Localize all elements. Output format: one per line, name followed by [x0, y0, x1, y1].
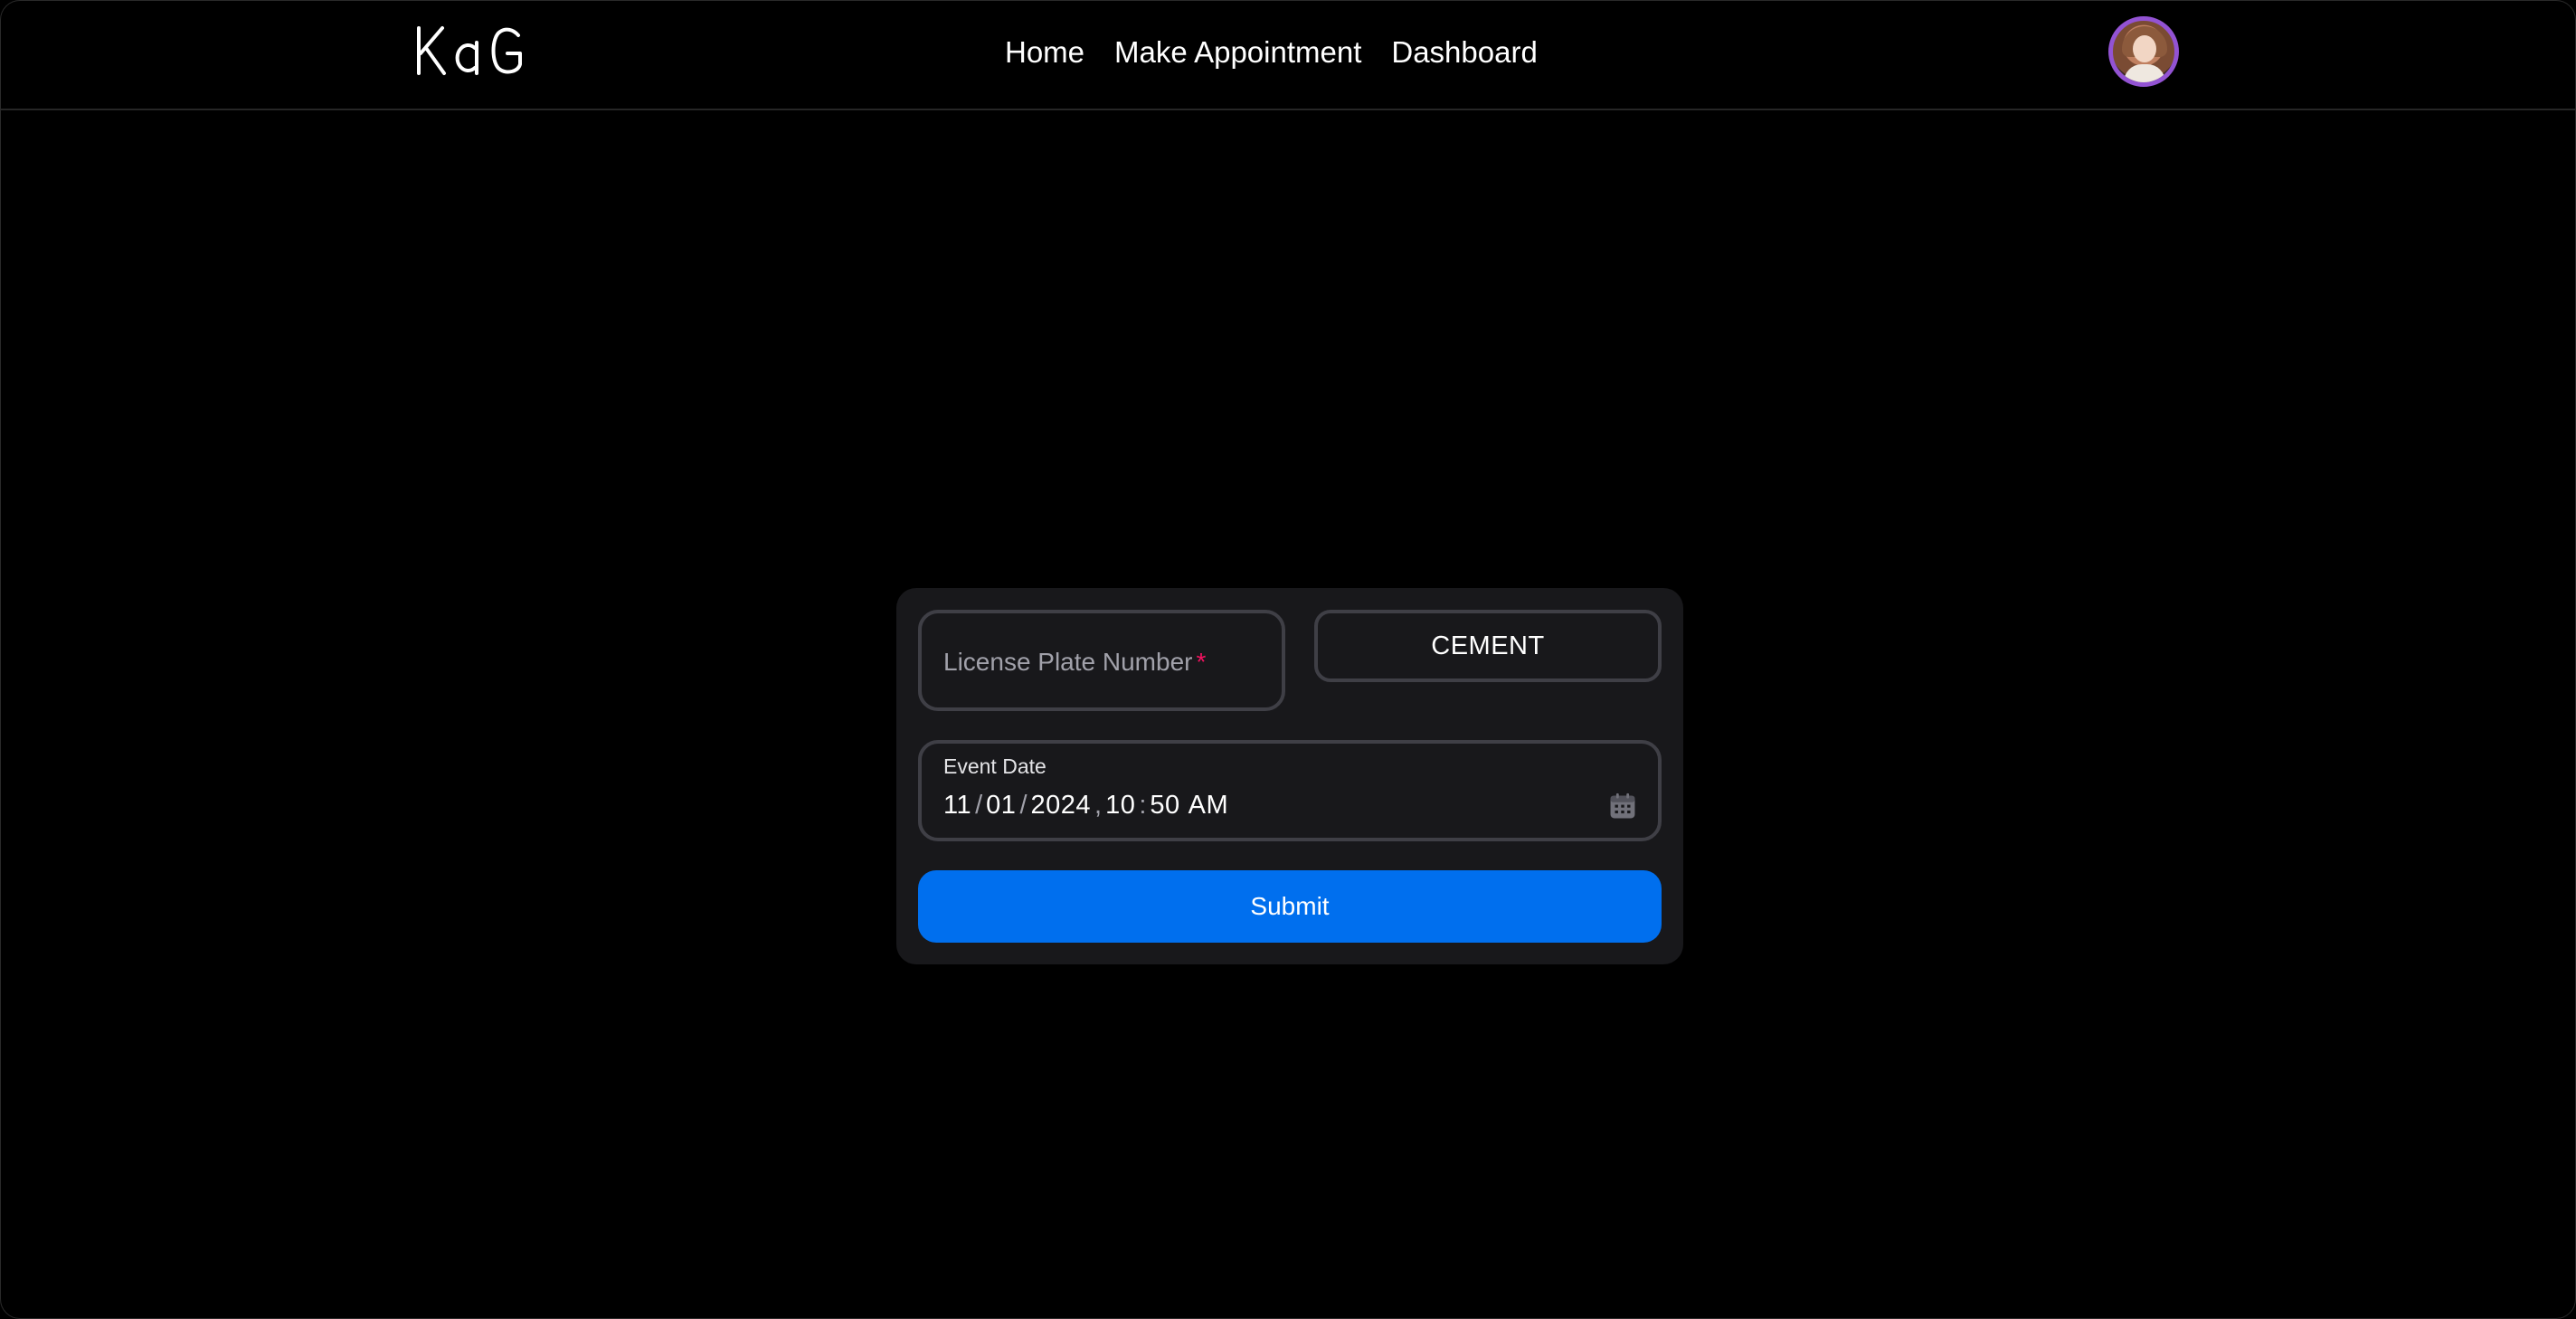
calendar-icon[interactable]: [1607, 791, 1638, 821]
date-separator: /: [975, 791, 983, 820]
nav-link-home[interactable]: Home: [1005, 33, 1084, 71]
time-separator: :: [1139, 791, 1147, 820]
date-month-segment[interactable]: 11: [943, 791, 971, 821]
date-day-segment[interactable]: 01: [986, 791, 1016, 821]
appointment-form: License Plate Number * CEMENT Event Date …: [896, 588, 1683, 964]
event-date-picker[interactable]: Event Date 11 / 01 / 2024 , 10 : 50 AM: [918, 740, 1662, 841]
date-year-segment[interactable]: 2024: [1031, 791, 1092, 821]
time-hour-segment[interactable]: 10: [1105, 791, 1135, 821]
time-minute-segment[interactable]: 50: [1150, 791, 1179, 821]
avatar-shirt: [2124, 64, 2165, 82]
nav-link-make-appointment[interactable]: Make Appointment: [1114, 33, 1361, 71]
time-period-segment[interactable]: AM: [1189, 791, 1229, 821]
nav-link-dashboard[interactable]: Dashboard: [1391, 33, 1537, 71]
event-date-value: 11 / 01 / 2024 , 10 : 50 AM: [943, 791, 1228, 821]
license-plate-label: License Plate Number *: [943, 648, 1207, 676]
license-plate-input[interactable]: License Plate Number *: [918, 610, 1285, 711]
navbar: Home Make Appointment Dashboard: [1, 1, 2575, 110]
event-date-label: Event Date: [943, 754, 1046, 778]
app-window: Home Make Appointment Dashboard License …: [0, 0, 2576, 1319]
kdg-logo[interactable]: [415, 24, 526, 77]
material-select[interactable]: CEMENT: [1314, 610, 1662, 682]
datetime-separator: ,: [1094, 791, 1103, 820]
date-separator: /: [1019, 791, 1028, 820]
nav-links: Home Make Appointment Dashboard: [1005, 33, 1538, 71]
submit-button[interactable]: Submit: [918, 870, 1662, 943]
required-marker: *: [1196, 648, 1207, 676]
user-avatar[interactable]: [2108, 16, 2179, 87]
avatar-face: [2133, 35, 2156, 62]
